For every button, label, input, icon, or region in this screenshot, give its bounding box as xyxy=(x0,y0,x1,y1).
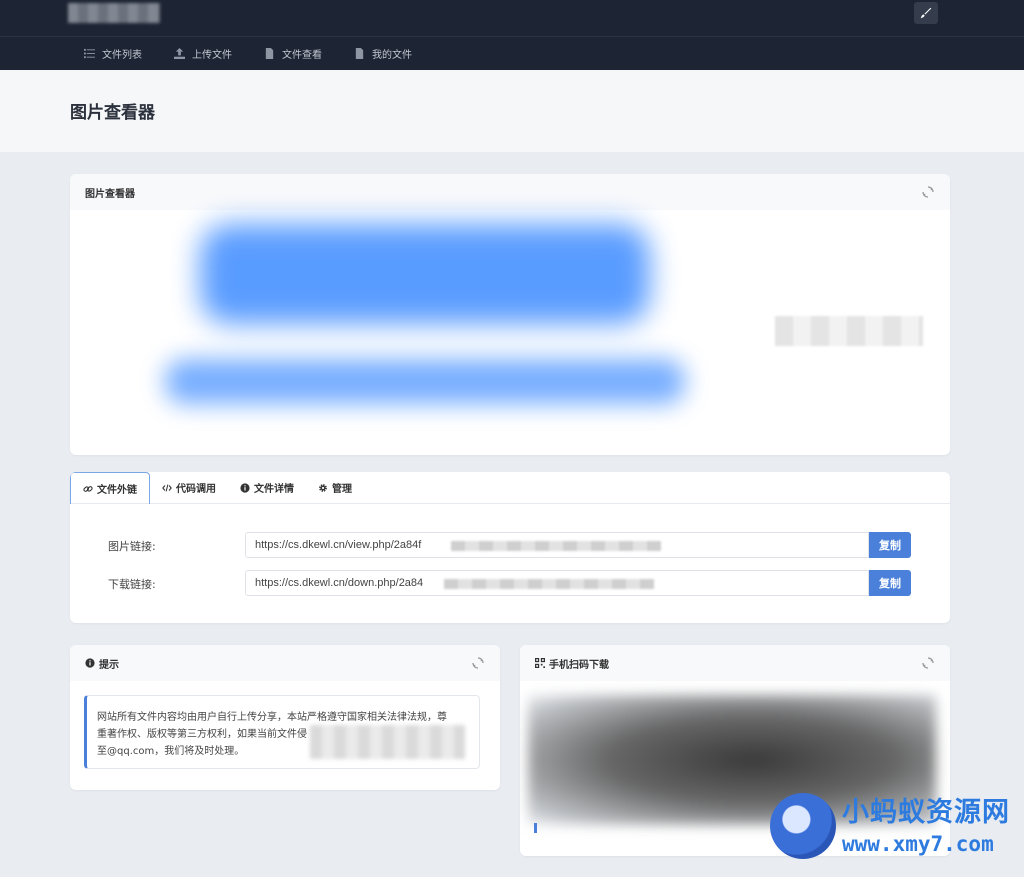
refresh-icon[interactable] xyxy=(472,657,484,669)
watermark-text: 小蚂蚁资源网 xyxy=(842,797,1010,828)
nav-item-upload[interactable]: 上传文件 xyxy=(174,46,232,61)
watermark-url: www.xmy7.com xyxy=(842,832,994,856)
download-link-value: https://cs.dkewl.cn/down.php/2a84 xyxy=(255,577,424,589)
watermark: 小蚂蚁资源网 www.xmy7.com xyxy=(770,790,1024,870)
tab-label: 管理 xyxy=(332,484,352,495)
tip-text: 网站所有文件内容均由用户自行上传分享，本站严格遵守国家相关法律法规，尊 xyxy=(97,712,447,723)
link-icon xyxy=(83,485,93,492)
image-link-label: 图片链接: xyxy=(108,540,156,553)
card-header: 提示 xyxy=(70,645,500,681)
nav-label: 上传文件 xyxy=(192,50,232,61)
qrcode-icon xyxy=(535,658,545,668)
edit-button[interactable] xyxy=(914,2,938,24)
preview-image-blurred xyxy=(200,224,650,324)
site-logo-blurred[interactable] xyxy=(68,3,160,23)
tab-external-link[interactable]: 文件外链 xyxy=(70,472,150,504)
preview-image-blurred-text xyxy=(775,316,923,346)
refresh-icon[interactable] xyxy=(922,186,934,198)
upload-icon xyxy=(174,48,185,59)
accent-bar xyxy=(534,823,537,833)
download-link-label: 下载链接: xyxy=(108,578,156,591)
file-links-card: 文件外链 代码调用 文件详情 管理 图片链接: https://cs.dkewl… xyxy=(70,472,950,623)
nav-label: 文件查看 xyxy=(282,50,322,61)
main-nav: 文件列表 上传文件 文件查看 我的文件 xyxy=(0,36,1024,70)
gear-icon xyxy=(319,483,327,492)
nav-label: 文件列表 xyxy=(102,50,142,61)
tip-card: 提示 网站所有文件内容均由用户自行上传分享，本站严格遵守国家相关法律法规，尊 重… xyxy=(70,645,500,790)
top-bar xyxy=(0,0,1024,36)
download-link-row: 下载链接: https://cs.dkewl.cn/down.php/2a84 … xyxy=(70,570,950,596)
copy-download-link-button[interactable]: 复制 xyxy=(869,570,911,596)
tab-manage[interactable]: 管理 xyxy=(306,472,364,503)
tab-bar: 文件外链 代码调用 文件详情 管理 xyxy=(70,472,950,504)
nav-item-file-view[interactable]: 文件查看 xyxy=(264,46,322,61)
tab-label: 文件详情 xyxy=(254,484,294,495)
tab-label: 代码调用 xyxy=(176,484,216,495)
page-header: 图片查看器 xyxy=(0,70,1024,152)
url-mask xyxy=(444,579,654,589)
file-icon xyxy=(265,48,274,59)
tab-code[interactable]: 代码调用 xyxy=(150,472,228,503)
card-header: 图片查看器 xyxy=(70,174,950,210)
nav-item-my-files[interactable]: 我的文件 xyxy=(354,46,412,61)
tab-file-details[interactable]: 文件详情 xyxy=(228,472,306,503)
page-title: 图片查看器 xyxy=(70,103,155,123)
nav-item-file-list[interactable]: 文件列表 xyxy=(84,46,142,61)
preview-image-blurred-subtitle xyxy=(165,359,685,404)
card-title: 手机扫码下载 xyxy=(549,659,609,671)
info-icon xyxy=(85,658,95,668)
nav-label: 我的文件 xyxy=(372,50,412,61)
image-link-input[interactable]: https://cs.dkewl.cn/view.php/2a84f xyxy=(245,532,869,558)
text-mask xyxy=(310,725,465,759)
image-viewer-card: 图片查看器 xyxy=(70,174,950,455)
image-link-row: 图片链接: https://cs.dkewl.cn/view.php/2a84f… xyxy=(70,532,950,558)
watermark-logo xyxy=(770,793,836,859)
image-link-value: https://cs.dkewl.cn/view.php/2a84f xyxy=(255,539,422,551)
info-icon xyxy=(240,482,250,493)
url-mask xyxy=(451,541,661,551)
brush-icon xyxy=(920,7,932,19)
refresh-icon[interactable] xyxy=(922,657,934,669)
file-icon xyxy=(355,48,364,59)
list-icon xyxy=(84,48,95,59)
download-link-input[interactable]: https://cs.dkewl.cn/down.php/2a84 xyxy=(245,570,869,596)
card-header: 手机扫码下载 xyxy=(520,645,950,681)
code-icon xyxy=(162,484,172,491)
copy-image-link-button[interactable]: 复制 xyxy=(869,532,911,558)
tab-label: 文件外链 xyxy=(97,485,137,496)
card-title: 图片查看器 xyxy=(85,188,135,200)
card-title: 提示 xyxy=(99,659,119,671)
